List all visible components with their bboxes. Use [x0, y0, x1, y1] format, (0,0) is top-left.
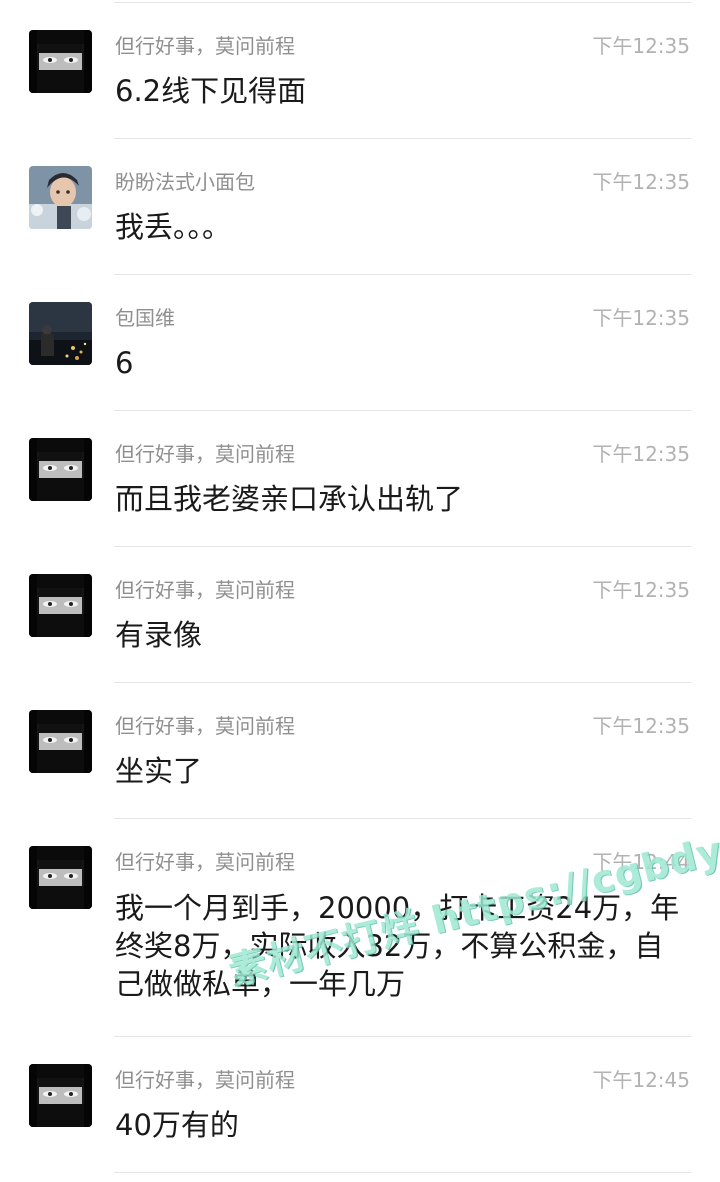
sender-name: 但行好事，莫问前程: [115, 1068, 295, 1092]
divider: [114, 682, 691, 683]
message-text: 我丢。。。: [115, 210, 232, 244]
avatar[interactable]: [29, 710, 92, 773]
message-time: 下午12:35: [592, 34, 690, 58]
avatar[interactable]: [29, 302, 92, 365]
message-time: 下午12:35: [592, 442, 690, 466]
dark-hair-girl-avatar-icon: [29, 574, 92, 637]
sender-name: 但行好事，莫问前程: [115, 850, 295, 874]
divider: [114, 818, 691, 819]
message-text: 坐实了: [115, 754, 203, 788]
message-text: 40万有的: [115, 1108, 239, 1142]
message-text: 6.2线下见得面: [115, 74, 307, 108]
divider: [114, 2, 691, 3]
divider: [114, 546, 691, 547]
message-text: 6: [115, 346, 134, 380]
message-time: 下午12:35: [592, 714, 690, 738]
message-text: 我一个月到手，20000，打卡工资24万，年终奖8万，实际收入32万，不算公积金…: [115, 891, 680, 1001]
dark-hair-girl-avatar-icon: [29, 30, 92, 93]
message-text: 有录像: [115, 618, 203, 652]
sender-name: 但行好事，莫问前程: [115, 714, 295, 738]
avatar[interactable]: [29, 438, 92, 501]
sender-name: 但行好事，莫问前程: [115, 34, 295, 58]
divider: [114, 274, 691, 275]
night-city-avatar-icon: [29, 302, 92, 365]
message-time: 下午12:35: [592, 306, 690, 330]
avatar[interactable]: [29, 166, 92, 229]
sender-name: 但行好事，莫问前程: [115, 578, 295, 602]
message-time: 下午12:44: [592, 850, 690, 874]
dark-hair-girl-avatar-icon: [29, 710, 92, 773]
message-time: 下午12:35: [592, 578, 690, 602]
divider: [114, 138, 691, 139]
divider: [114, 1172, 691, 1173]
divider: [114, 410, 691, 411]
message-text: 而且我老婆亲口承认出轨了: [115, 482, 464, 516]
avatar[interactable]: [29, 574, 92, 637]
sender-name: 盼盼法式小面包: [115, 170, 255, 194]
message-time: 下午12:35: [592, 170, 690, 194]
dark-hair-girl-avatar-icon: [29, 1064, 92, 1127]
dark-hair-girl-avatar-icon: [29, 846, 92, 909]
dark-hair-girl-avatar-icon: [29, 438, 92, 501]
message-time: 下午12:45: [592, 1068, 690, 1092]
avatar[interactable]: [29, 846, 92, 909]
chat-history-list[interactable]: 但行好事，莫问前程 下午12:35 6.2线下见得面 盼盼法式小面包 下午12:…: [0, 0, 720, 1182]
anime-boy-avatar-icon: [29, 166, 92, 229]
avatar[interactable]: [29, 30, 92, 93]
sender-name: 但行好事，莫问前程: [115, 442, 295, 466]
avatar[interactable]: [29, 1064, 92, 1127]
sender-name: 包国维: [115, 306, 175, 330]
divider: [114, 1036, 691, 1037]
